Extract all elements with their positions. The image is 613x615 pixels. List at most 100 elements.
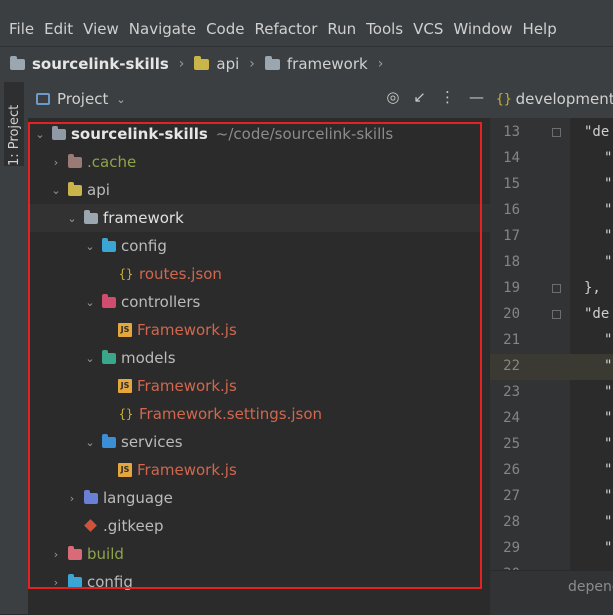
code-line: " xyxy=(604,488,613,504)
hide-panel-icon[interactable]: — xyxy=(469,88,484,106)
json-file-icon: {} xyxy=(118,267,134,281)
line-number: 23 xyxy=(503,384,520,400)
tree-item-label: services xyxy=(121,433,183,451)
tree-item-controller-file[interactable]: JS Framework.js xyxy=(28,316,554,344)
line-number: 18 xyxy=(503,254,520,270)
menu-code[interactable]: Code xyxy=(206,20,244,38)
tree-item-gitkeep[interactable]: .gitkeep xyxy=(28,512,520,540)
chevron-right-icon[interactable]: › xyxy=(50,576,62,589)
more-options-icon[interactable]: ⋮ xyxy=(440,88,455,106)
build-folder-icon xyxy=(68,545,82,560)
project-view-selector[interactable]: Project xyxy=(57,90,108,108)
tree-item-model-file[interactable]: JS Framework.js xyxy=(28,372,554,400)
javascript-file-icon: JS xyxy=(118,323,132,337)
tree-item-cache[interactable]: › .cache xyxy=(28,148,504,176)
line-number: 24 xyxy=(503,410,520,426)
chevron-down-icon[interactable]: ⌄ xyxy=(34,128,46,141)
tree-item-label: build xyxy=(87,545,124,563)
json-file-icon: {} xyxy=(118,407,134,421)
tree-root[interactable]: ⌄ sourcelink-skills ~/code/sourcelink-sk… xyxy=(28,120,488,148)
code-line: " xyxy=(604,202,613,218)
tree-item-label: Framework.settings.json xyxy=(139,405,323,423)
git-file-icon xyxy=(84,519,98,533)
fold-marker-icon[interactable] xyxy=(552,310,561,319)
tree-item-label: api xyxy=(87,181,110,199)
tree-item-controllers[interactable]: ⌄ controllers xyxy=(28,288,538,316)
tree-item-label: Framework.js xyxy=(137,377,237,395)
editor-breadcrumb-label[interactable]: depende xyxy=(568,579,613,595)
code-line: " xyxy=(604,254,613,270)
menu-run[interactable]: Run xyxy=(327,20,356,38)
code-line: "de xyxy=(584,124,610,140)
chevron-down-icon[interactable]: ⌄ xyxy=(66,212,78,225)
line-number: 13 xyxy=(503,124,520,140)
line-number: 28 xyxy=(503,514,520,530)
menu-edit[interactable]: Edit xyxy=(44,20,73,38)
breadcrumb-api[interactable]: api xyxy=(194,55,239,73)
tree-item-service-file[interactable]: JS Framework.js xyxy=(28,456,554,484)
navigation-breadcrumb: sourcelink-skills › api › framework › xyxy=(0,46,613,81)
line-number: 29 xyxy=(503,540,520,556)
tree-item-api[interactable]: ⌄ api xyxy=(28,176,504,204)
chevron-down-icon[interactable]: ⌄ xyxy=(84,296,96,309)
tree-item-language[interactable]: › language xyxy=(28,484,520,512)
menu-navigate[interactable]: Navigate xyxy=(129,20,196,38)
controllers-folder-icon xyxy=(102,293,116,308)
chevron-down-icon[interactable]: ⌄ xyxy=(84,436,96,449)
collapse-all-icon[interactable]: ↙ xyxy=(413,88,426,106)
breadcrumb-framework[interactable]: framework xyxy=(264,55,368,73)
tree-item-models[interactable]: ⌄ models xyxy=(28,344,538,372)
tree-item-services[interactable]: ⌄ services xyxy=(28,428,538,456)
folder-icon xyxy=(264,55,280,70)
chevron-right-icon[interactable]: › xyxy=(50,548,62,561)
menu-tools[interactable]: Tools xyxy=(366,20,403,38)
line-number: 20 xyxy=(503,306,520,322)
chevron-down-icon[interactable]: ⌄ xyxy=(84,240,96,253)
tree-item-root-config[interactable]: › config xyxy=(28,568,504,596)
chevron-right-icon[interactable]: › xyxy=(50,156,62,169)
tree-item-label: controllers xyxy=(121,293,201,311)
code-line: }, xyxy=(584,280,601,296)
tree-item-label: config xyxy=(121,237,167,255)
code-editor: {} development/ 13 14 15 16 17 18 19 20 … xyxy=(490,80,613,614)
tree-item-label: framework xyxy=(103,209,184,227)
folder-icon xyxy=(52,125,66,140)
chevron-down-icon[interactable]: ⌄ xyxy=(84,352,96,365)
chevron-right-icon[interactable]: › xyxy=(66,492,78,505)
editor-tab[interactable]: {} development/ xyxy=(490,80,613,118)
editor-tab-label: development/ xyxy=(515,90,613,108)
code-line: " xyxy=(604,332,613,348)
fold-marker-icon[interactable] xyxy=(552,284,561,293)
tree-item-framework[interactable]: ⌄ framework xyxy=(28,204,520,232)
menu-window[interactable]: Window xyxy=(453,20,512,38)
tree-item-label: models xyxy=(121,349,176,367)
line-number: 16 xyxy=(503,202,520,218)
chevron-down-icon[interactable]: ⌄ xyxy=(116,93,125,106)
breadcrumb-framework-label: framework xyxy=(286,55,368,73)
folder-icon xyxy=(84,209,98,224)
line-number: 15 xyxy=(503,176,520,192)
config-folder-icon xyxy=(68,573,82,588)
line-number: 26 xyxy=(503,462,520,478)
line-number: 19 xyxy=(503,280,520,296)
menu-vcs[interactable]: VCS xyxy=(413,20,443,38)
project-tool-label[interactable]: 1: Project xyxy=(7,105,22,166)
code-line: " xyxy=(604,462,613,478)
locate-icon[interactable]: ◎ xyxy=(386,88,399,106)
code-line: " xyxy=(604,384,613,400)
javascript-file-icon: JS xyxy=(118,379,132,393)
breadcrumb-project[interactable]: sourcelink-skills xyxy=(10,55,169,73)
breadcrumb-project-label: sourcelink-skills xyxy=(32,55,169,73)
chevron-down-icon[interactable]: ⌄ xyxy=(50,184,62,197)
menu-view[interactable]: View xyxy=(83,20,119,38)
fold-marker-icon[interactable] xyxy=(552,128,561,137)
chevron-right-icon: › xyxy=(249,56,255,72)
tree-item-config[interactable]: ⌄ config xyxy=(28,232,538,260)
menu-refactor[interactable]: Refactor xyxy=(254,20,317,38)
menu-help[interactable]: Help xyxy=(523,20,557,38)
tree-item-build[interactable]: › build xyxy=(28,540,504,568)
tree-item-routes-json[interactable]: {} routes.json xyxy=(28,260,554,288)
menu-file[interactable]: File xyxy=(9,20,34,38)
menu-bar: File Edit View Navigate Code Refactor Ru… xyxy=(0,12,613,46)
tree-item-settings-json[interactable]: {} Framework.settings.json xyxy=(28,400,554,428)
